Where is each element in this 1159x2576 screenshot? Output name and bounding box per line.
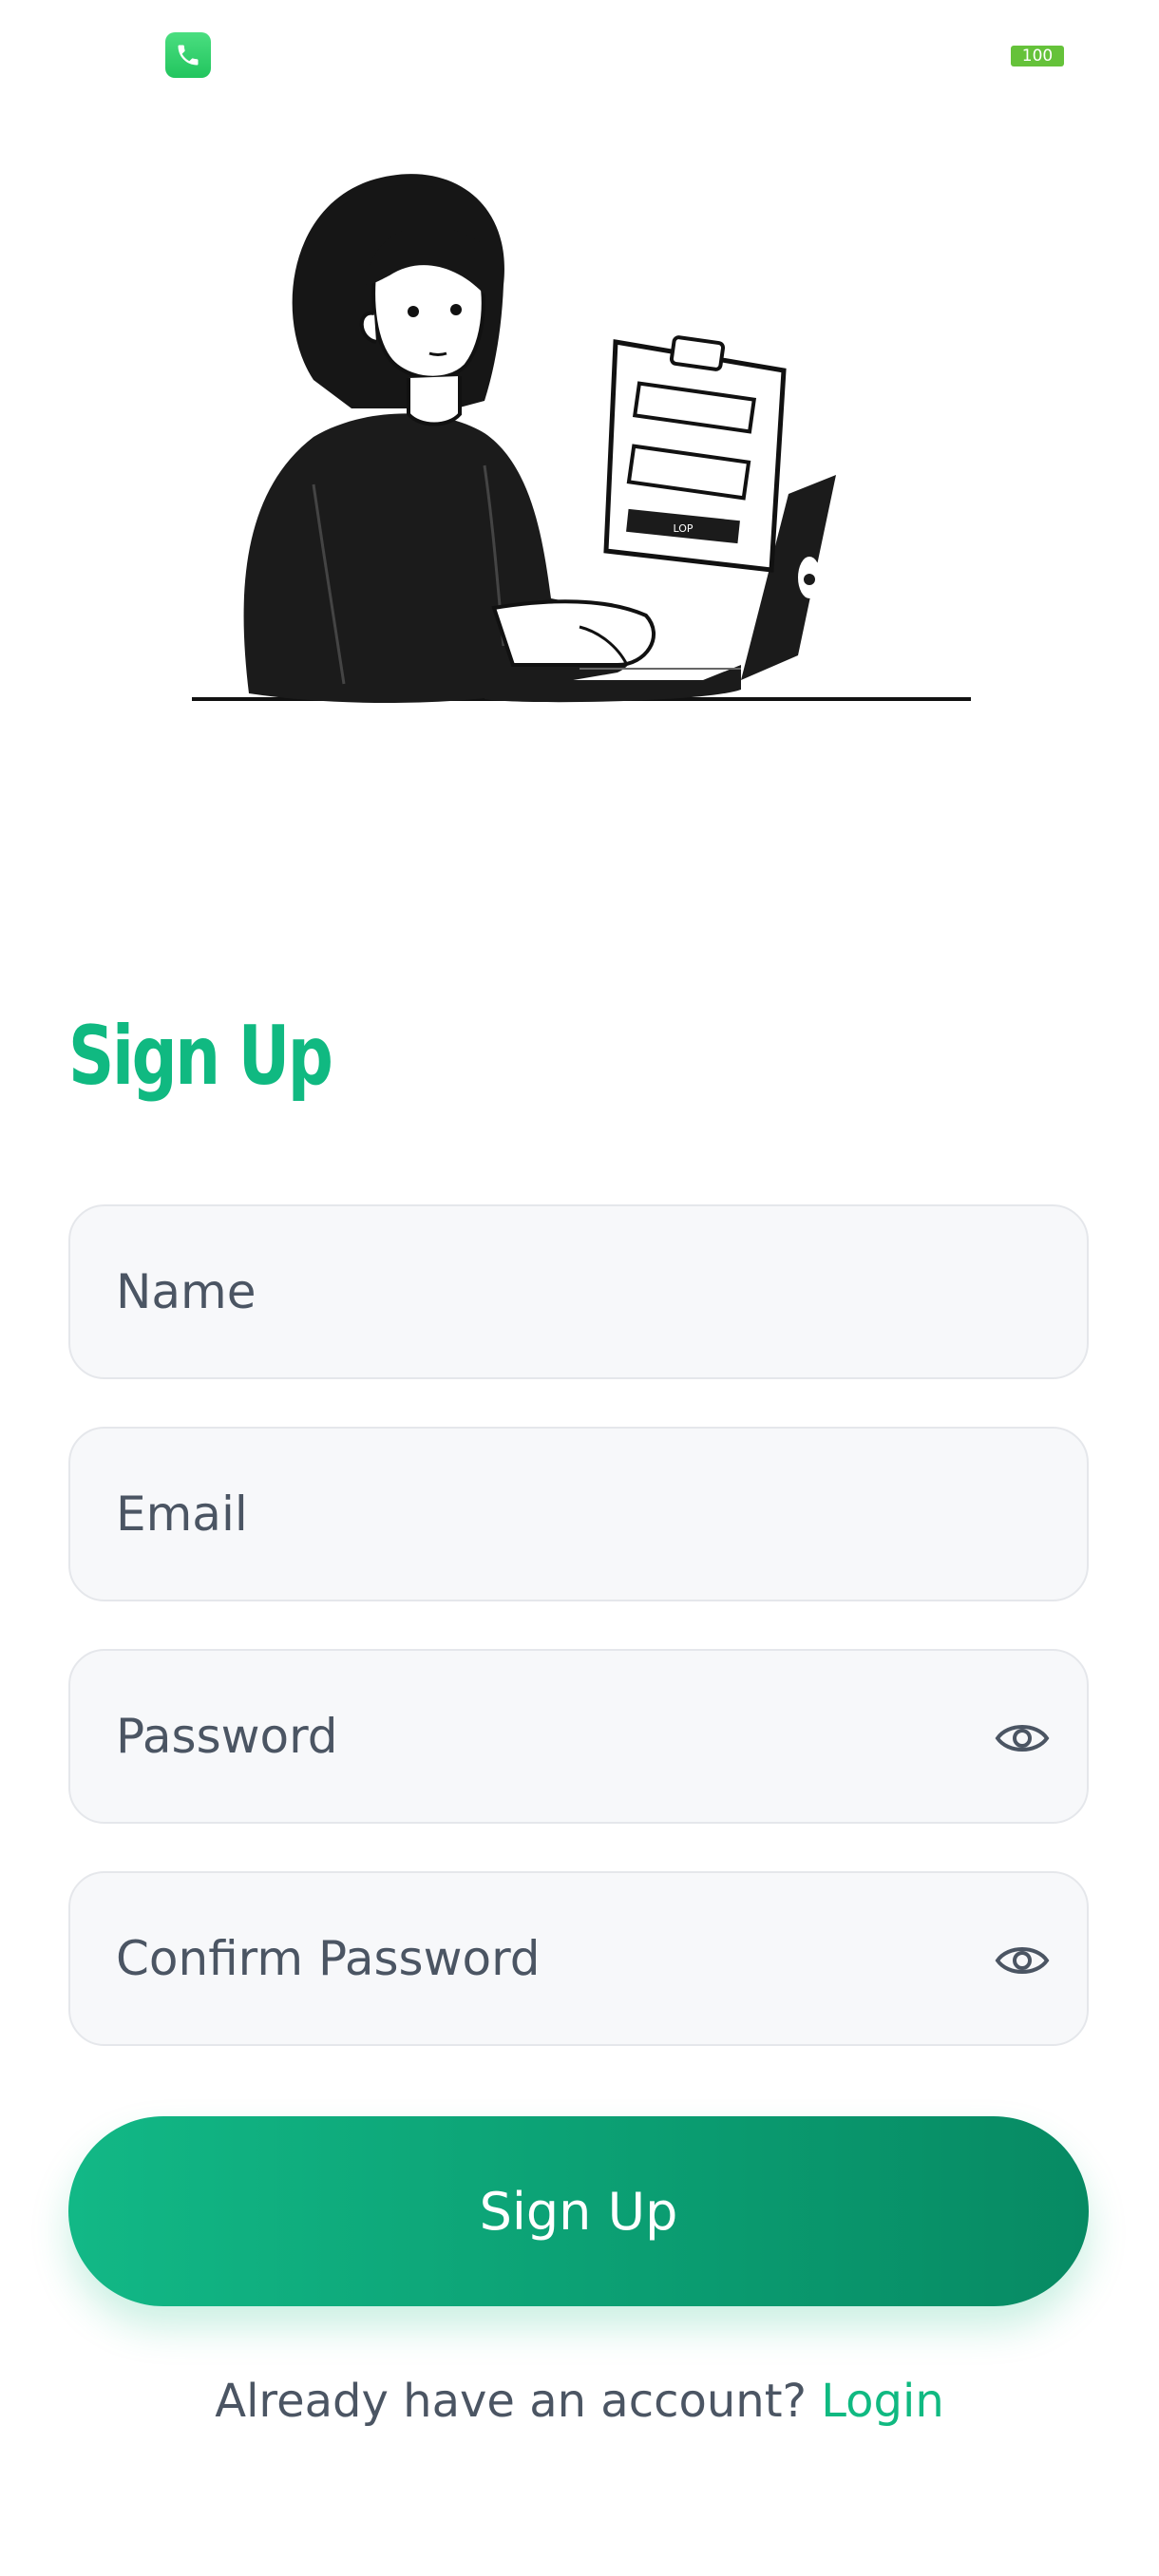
password-input[interactable] [116,1651,971,1822]
login-link[interactable]: Login [821,2375,944,2428]
name-field[interactable] [68,1204,1089,1379]
email-field[interactable] [68,1427,1089,1601]
battery-indicator: 100 [1011,46,1064,66]
clipboard-button-label: LOP [673,522,693,535]
email-input[interactable] [116,1429,971,1600]
confirm-password-field[interactable] [68,1871,1089,2046]
confirm-password-input[interactable] [116,1873,971,2044]
name-input[interactable] [116,1206,971,1377]
page-title: Sign Up [68,1009,333,1104]
eye-icon [995,1725,1050,1752]
phone-app-icon[interactable] [165,32,211,78]
password-field[interactable] [68,1649,1089,1824]
phone-icon [178,45,199,66]
login-prompt: Already have an account? Login [0,2375,1159,2428]
sign-up-button[interactable]: Sign Up [68,2116,1089,2306]
password-visibility-toggle[interactable] [994,1710,1051,1767]
sign-up-button-label: Sign Up [479,2181,678,2242]
confirm-password-visibility-toggle[interactable] [994,1932,1051,1989]
status-bar: 100 [0,0,1159,114]
login-prompt-text: Already have an account? [215,2375,807,2428]
signup-illustration: LOP [192,174,971,704]
eye-icon [995,1947,1050,1974]
